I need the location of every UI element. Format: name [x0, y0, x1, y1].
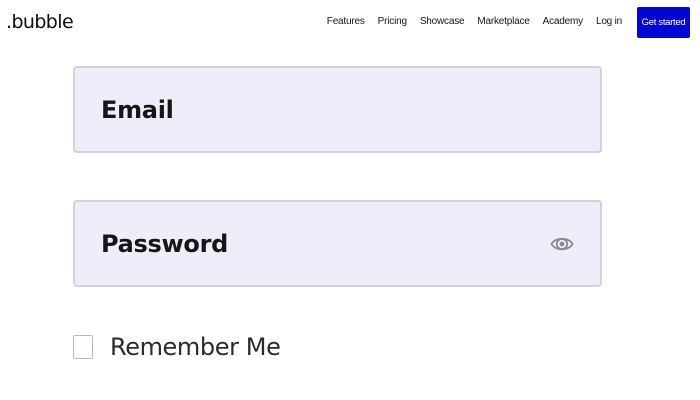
remember-me-control[interactable]: Remember Me: [73, 333, 281, 361]
nav-links: Features Pricing Showcase Marketplace Ac…: [314, 15, 622, 29]
login-page: .bubble Features Pricing Showcase Market…: [0, 0, 700, 400]
get-started-button[interactable]: Get started: [637, 7, 690, 38]
bubble-logo[interactable]: .bubble: [6, 10, 74, 34]
email-field[interactable]: Email: [73, 66, 602, 153]
remember-me-label: Remember Me: [110, 333, 281, 361]
nav-link-log-in[interactable]: Log in: [596, 15, 622, 29]
password-field[interactable]: Password: [73, 200, 602, 287]
password-placeholder: Password: [101, 229, 228, 258]
top-nav: .bubble Features Pricing Showcase Market…: [0, 0, 700, 46]
remember-me-checkbox[interactable]: [73, 335, 93, 359]
nav-link-showcase[interactable]: Showcase: [420, 15, 465, 29]
nav-link-features[interactable]: Features: [327, 15, 365, 29]
eye-icon[interactable]: [550, 232, 574, 256]
nav-link-marketplace[interactable]: Marketplace: [477, 15, 529, 29]
nav-link-academy[interactable]: Academy: [543, 15, 583, 29]
nav-link-pricing[interactable]: Pricing: [378, 15, 407, 29]
email-placeholder: Email: [101, 95, 174, 124]
